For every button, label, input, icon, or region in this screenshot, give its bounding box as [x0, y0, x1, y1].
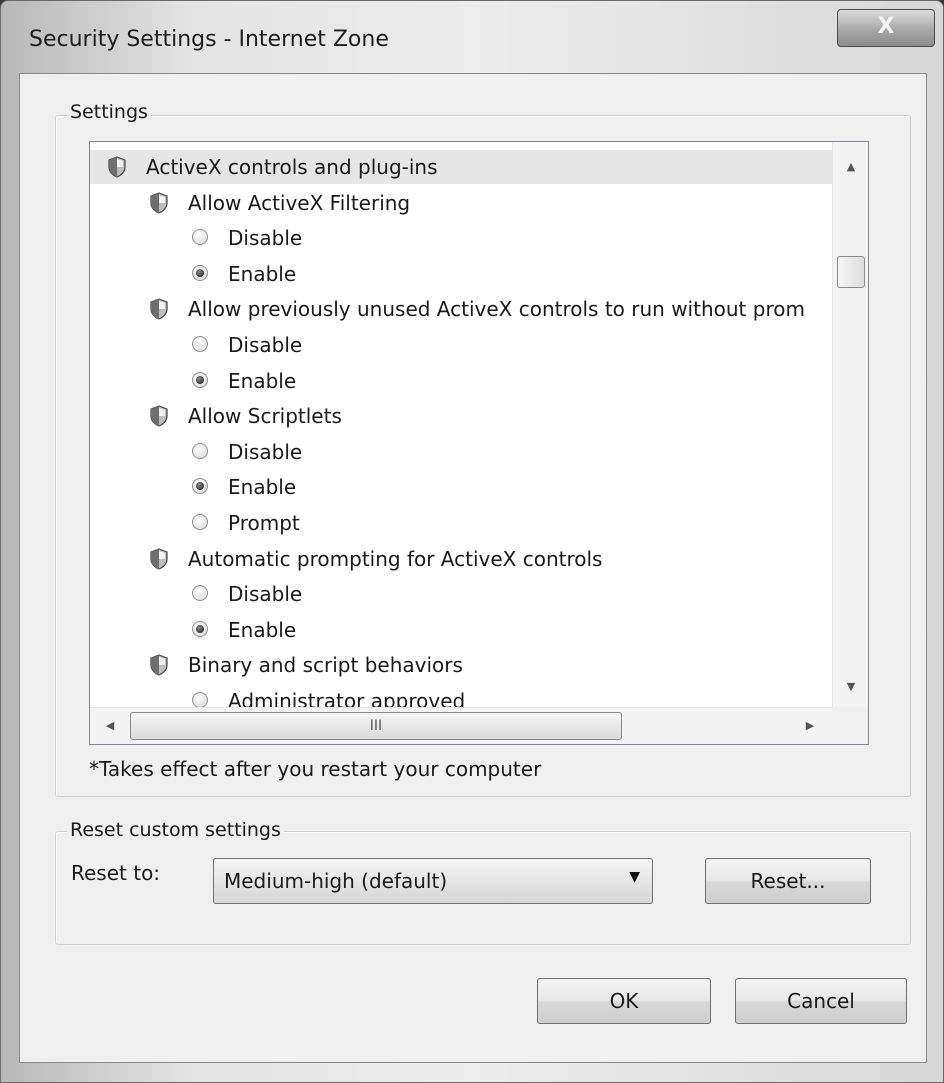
settings-tree[interactable]: ActiveX controls and plug-ins Allow Activ…	[89, 141, 869, 745]
vertical-scrollbar[interactable]: ▲ ▼	[832, 142, 868, 707]
option-label: Disable	[228, 582, 303, 607]
option-label: Enable	[228, 368, 297, 393]
reset-button[interactable]: Reset...	[705, 858, 871, 904]
reset-level-select[interactable]: Medium-high (default) ▼	[213, 858, 653, 904]
radio-checked[interactable]	[192, 620, 208, 637]
chevron-down-icon: ▼	[629, 869, 640, 885]
radio-checked[interactable]	[192, 478, 208, 495]
radio-checked[interactable]	[192, 264, 208, 281]
option-label: Administrator approved	[228, 689, 466, 707]
radio-unchecked[interactable]	[192, 229, 208, 246]
settings-group-label: Settings	[67, 101, 151, 123]
option-label: Disable	[228, 226, 303, 251]
setting-label: Automatic prompting for ActiveX controls	[188, 546, 603, 571]
option-label: Enable	[228, 261, 297, 286]
settings-category-row: ActiveX controls and plug-ins	[90, 150, 832, 184]
option-label: Prompt	[228, 511, 300, 535]
shield-icon	[150, 191, 168, 214]
category-label: ActiveX controls and plug-ins	[146, 155, 438, 179]
shield-icon	[150, 654, 168, 677]
option-label: Disable	[228, 333, 303, 357]
scroll-left-icon[interactable]: ◀	[92, 708, 128, 744]
horizontal-scrollbar[interactable]: ◀ III ▶	[90, 707, 832, 744]
vertical-scroll-thumb[interactable]	[837, 256, 865, 288]
grip-icon: III	[369, 718, 383, 734]
reset-group-label: Reset custom settings	[67, 819, 284, 841]
setting-label: Allow ActiveX Filtering	[188, 190, 411, 215]
setting-label: Binary and script behaviors	[188, 653, 463, 678]
radio-unchecked[interactable]	[192, 514, 208, 530]
restart-note: *Takes effect after you restart your com…	[89, 757, 542, 781]
setting-label: Allow Scriptlets	[188, 404, 342, 429]
shield-icon	[150, 298, 168, 321]
radio-unchecked[interactable]	[192, 336, 208, 352]
close-button[interactable]: X	[837, 9, 935, 47]
dialog-window: Security Settings - Internet Zone X Sett…	[0, 0, 944, 1083]
radio-unchecked[interactable]	[192, 585, 208, 602]
scroll-up-icon[interactable]: ▲	[833, 150, 868, 184]
radio-unchecked[interactable]	[192, 692, 208, 707]
option-label: Enable	[228, 475, 297, 500]
radio-unchecked[interactable]	[192, 442, 208, 459]
ok-button[interactable]: OK	[537, 978, 711, 1024]
scroll-right-icon[interactable]: ▶	[792, 708, 828, 744]
cancel-button[interactable]: Cancel	[735, 978, 907, 1024]
shield-icon	[150, 547, 168, 570]
reset-to-label: Reset to:	[71, 861, 161, 885]
horizontal-scroll-thumb[interactable]: III	[130, 712, 622, 740]
option-label: Disable	[228, 439, 303, 464]
scroll-corner	[832, 707, 868, 744]
shield-icon	[150, 405, 168, 427]
settings-tree-content: ActiveX controls and plug-ins Allow Activ…	[90, 142, 832, 707]
reset-level-value: Medium-high (default)	[224, 869, 448, 893]
close-icon: X	[877, 14, 895, 39]
window-title: Security Settings - Internet Zone	[29, 27, 389, 52]
radio-checked[interactable]	[192, 371, 208, 388]
scroll-down-icon[interactable]: ▼	[833, 670, 868, 704]
setting-label: Allow previously unused ActiveX controls…	[188, 297, 805, 322]
option-label: Enable	[228, 617, 297, 642]
shield-icon	[108, 156, 126, 178]
